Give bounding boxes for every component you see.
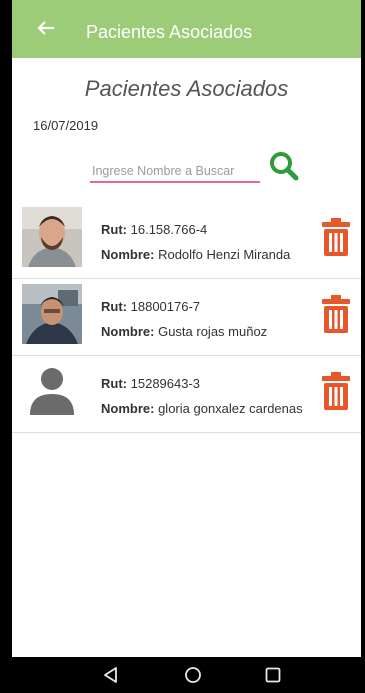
rut-value: 16.158.766-4	[130, 222, 208, 237]
name-label: Nombre:	[101, 401, 155, 416]
rut-value: 18800176-7	[130, 299, 201, 314]
device-frame-left	[0, 0, 12, 693]
avatar	[22, 284, 82, 344]
rut-value: 15289643-3	[130, 376, 201, 391]
name-value: Rodolfo Henzi Miranda	[158, 247, 291, 262]
rut-label: Rut:	[101, 376, 127, 391]
name-label: Nombre:	[101, 247, 155, 262]
name-label: Nombre:	[101, 324, 155, 339]
rut-label: Rut:	[101, 299, 127, 314]
back-triangle-icon[interactable]	[102, 666, 120, 684]
patient-name: Nombre: gloria gonxalez cardenas	[101, 401, 303, 416]
list-item[interactable]: Rut: 16.158.766-4 Nombre: Rodolfo Henzi …	[12, 202, 361, 279]
patient-rut: Rut: 16.158.766-4	[101, 222, 207, 237]
list-item[interactable]: Rut: 15289643-3 Nombre: gloria gonxalez …	[12, 356, 361, 433]
default-avatar-icon	[22, 361, 82, 421]
name-value: Gusta rojas muñoz	[158, 324, 268, 339]
system-nav-bar	[12, 657, 361, 693]
recents-square-icon[interactable]	[264, 666, 282, 684]
patient-list: Rut: 16.158.766-4 Nombre: Rodolfo Henzi …	[12, 202, 361, 433]
device-frame-right	[361, 0, 365, 693]
app-bar-title: Pacientes Asociados	[86, 22, 253, 42]
patient-name: Nombre: Rodolfo Henzi Miranda	[101, 247, 290, 262]
magnifier-icon[interactable]	[267, 149, 301, 183]
app-screen: Pacientes Asociados Pacientes Asociados …	[12, 0, 361, 657]
arrow-left-icon[interactable]	[32, 13, 62, 43]
trash-icon[interactable]	[320, 295, 352, 333]
trash-icon[interactable]	[320, 372, 352, 410]
search-input[interactable]	[90, 160, 260, 183]
patient-rut: Rut: 18800176-7	[101, 299, 200, 314]
patient-name: Nombre: Gusta rojas muñoz	[101, 324, 267, 339]
avatar	[22, 207, 82, 267]
app-bar: Pacientes Asociados	[12, 0, 361, 58]
search-field	[90, 160, 260, 184]
name-value: gloria gonxalez cardenas	[158, 401, 303, 416]
date-label: 16/07/2019	[33, 118, 99, 133]
page-title: Pacientes Asociados	[84, 76, 289, 101]
patient-rut: Rut: 15289643-3	[101, 376, 200, 391]
home-circle-icon[interactable]	[184, 666, 202, 684]
list-item[interactable]: Rut: 18800176-7 Nombre: Gusta rojas muño…	[12, 279, 361, 356]
rut-label: Rut:	[101, 222, 127, 237]
trash-icon[interactable]	[320, 218, 352, 256]
